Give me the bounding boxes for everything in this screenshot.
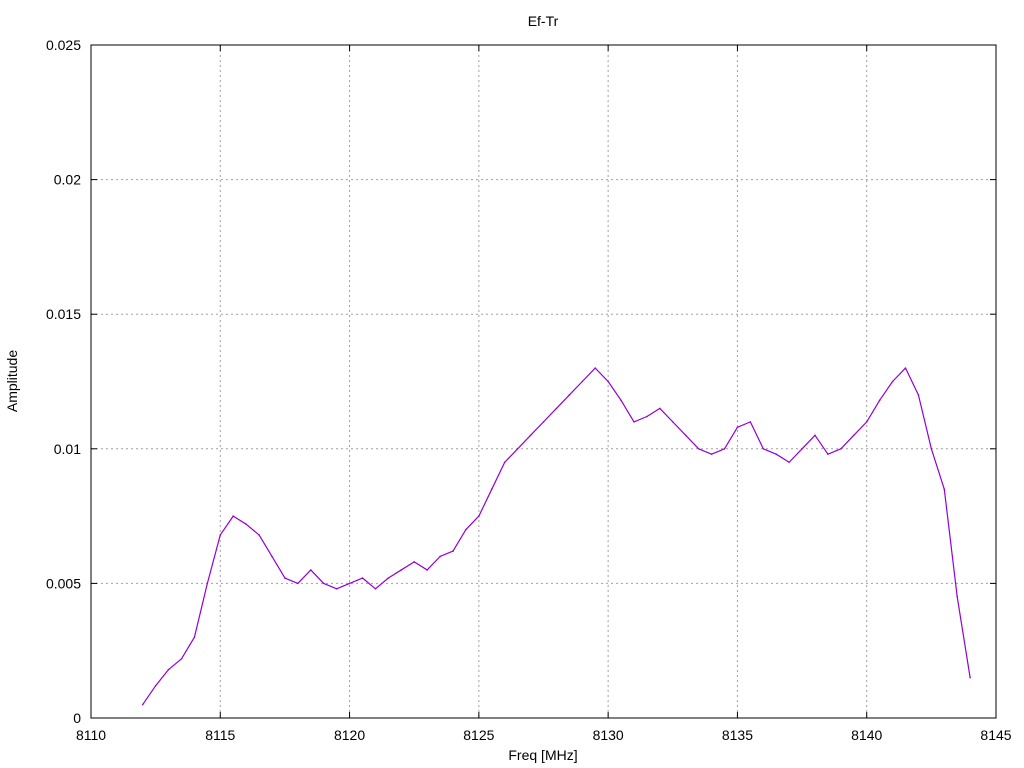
data-point [620,399,622,402]
data-point [904,367,907,369]
x-tick-label: 8120 [334,727,365,743]
data-point [245,523,247,525]
x-axis-label: Freq [MHz] [508,747,577,763]
data-point [374,587,377,590]
data-point [710,453,713,455]
y-axis-label: Amplitude [4,350,20,412]
data-point [762,448,765,450]
chart: 8110 8115 8120 8125 8130 8135 8140 8145 0 0.005 0.… [4,13,1012,763]
data-point [684,434,687,437]
data-point [878,399,881,402]
data-point [917,394,920,396]
data-point [154,684,157,687]
x-tick-label: 8140 [851,727,882,743]
data-point [607,380,609,383]
data-point [258,534,260,536]
data-point [465,528,467,531]
data-point [840,448,842,450]
data-point [671,421,674,423]
data-point [969,676,971,679]
data-point [633,421,635,423]
data-point [814,434,816,437]
data-point [865,421,868,423]
data-point [206,582,209,585]
data-point [284,577,286,579]
y-tick-label: 0.01 [54,441,81,457]
data-point [943,488,946,490]
data-point [478,515,480,517]
data-point [646,415,648,418]
data-point [361,577,364,579]
data-point [452,550,454,552]
y-tick-label: 0.025 [46,37,81,53]
data-point [891,380,894,383]
data-point [529,434,532,437]
data-point [180,657,183,660]
data-point [594,367,597,369]
data-point [542,421,545,423]
data-point [659,407,661,410]
data-point [852,434,855,437]
data-point [568,394,571,396]
data-point [400,569,403,571]
data-point [413,561,416,563]
data-point [219,534,222,536]
data-point [788,461,790,464]
y-tick-label: 0.02 [54,172,81,188]
data-point [581,380,584,383]
data-point [271,555,273,558]
data-point [167,668,170,671]
data-point [141,703,144,706]
x-tick-label: 8125 [463,727,494,743]
data-point [297,582,299,585]
data-point [193,636,196,639]
data-point [335,587,338,590]
y-tick-label: 0 [73,710,81,726]
data-point [490,488,493,490]
data-point [775,453,778,455]
data-point [930,448,933,450]
data-point [749,421,752,423]
data-point [387,577,390,579]
data-point [697,448,700,450]
x-tick-label: 8145 [980,727,1011,743]
data-point [956,596,959,598]
data-point [723,448,726,450]
data-point [232,515,235,517]
y-tick-label: 0.005 [46,575,81,591]
chart-title: Ef-Tr [528,13,559,29]
data-point [503,461,506,464]
data-point [426,569,428,571]
x-tick-label: 8115 [205,727,235,743]
y-tick-label: 0.015 [46,306,81,322]
data-point [827,453,829,455]
data-point [555,407,558,410]
data-point [801,448,803,450]
data-point [309,569,312,571]
data-point [348,582,351,585]
data-point [516,448,519,450]
x-tick-label: 8130 [593,727,624,743]
data-point [322,582,325,585]
data-point [439,555,441,558]
plot-area [91,45,996,718]
x-tick-label: 8135 [722,727,753,743]
data-point [736,426,739,429]
x-tick-label: 8110 [76,727,106,743]
